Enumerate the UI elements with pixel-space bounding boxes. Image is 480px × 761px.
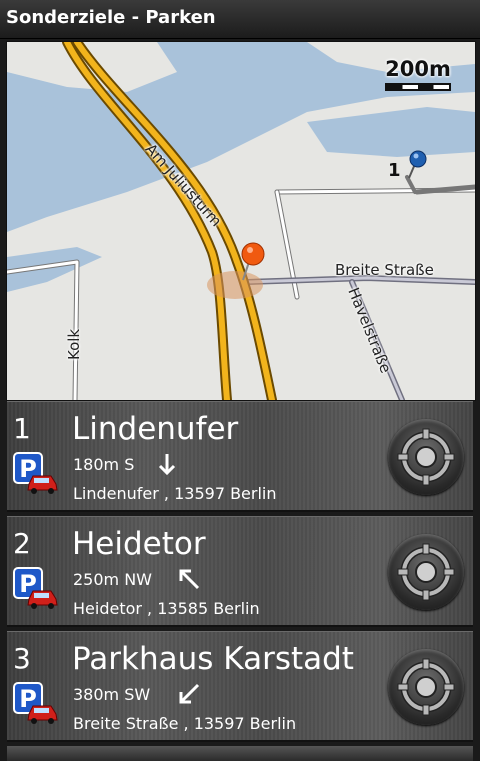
result-index: 2 (13, 527, 31, 560)
scale-bar (385, 83, 451, 91)
direction-north-west-icon (179, 569, 200, 590)
result-address: Heidetor , 13585 Berlin (73, 599, 260, 618)
result-distance: 380m SW (73, 685, 151, 704)
marker-number: 1 (388, 160, 401, 181)
page-title: Sonderziele - Parken (6, 7, 216, 28)
street-label-kolk: Kolk (65, 328, 83, 360)
list-item[interactable]: 3 P Parkhaus Karstadt 380m SW Breite Str… (7, 631, 473, 742)
direction-south-west-icon (179, 683, 200, 704)
title-bar: Sonderziele - Parken (0, 0, 480, 39)
map-scale: 200m (385, 57, 451, 91)
direction-south-icon (158, 454, 176, 476)
show-on-map-button[interactable] (388, 419, 464, 495)
result-name: Parkhaus Karstadt (72, 641, 354, 677)
parking-icon: P (13, 452, 58, 494)
crosshair-icon (397, 428, 455, 486)
crosshair-icon (397, 658, 455, 716)
result-name: Lindenufer (72, 411, 239, 447)
street-label-breite: Breite Straße (335, 261, 434, 279)
map-view[interactable]: 200m 1 Am Juliusturm Breite Straße Havel… (6, 41, 476, 401)
list-item[interactable]: 1 P Lindenufer 180m S Lindenufer , 13597… (7, 401, 473, 512)
result-index: 3 (13, 642, 31, 675)
crosshair-icon (397, 543, 455, 601)
result-address: Breite Straße , 13597 Berlin (73, 714, 297, 733)
show-on-map-button[interactable] (388, 534, 464, 610)
result-address: Lindenufer , 13597 Berlin (73, 484, 277, 503)
show-on-map-button[interactable] (388, 649, 464, 725)
result-distance: 250m NW (73, 570, 152, 589)
parking-icon: P (13, 567, 58, 609)
result-name: Heidetor (72, 526, 206, 562)
result-distance: 180m S (73, 455, 135, 474)
result-index: 1 (13, 412, 31, 445)
list-item[interactable]: 2 P Heidetor 250m NW Heidetor , 13585 Be… (7, 516, 473, 627)
list-scroll-edge (7, 746, 473, 761)
scale-label: 200m (385, 57, 451, 81)
parking-icon: P (13, 682, 58, 724)
